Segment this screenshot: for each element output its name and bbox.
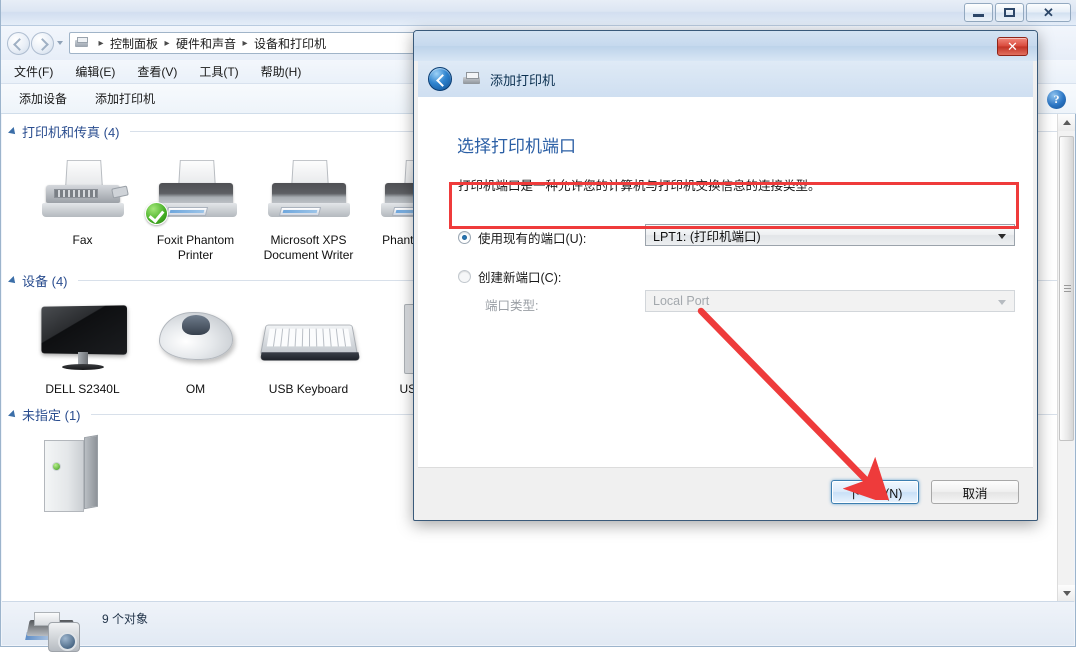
menu-view[interactable]: 查看(V) [128,60,186,83]
printer-icon [462,71,482,87]
radio-icon[interactable] [458,231,471,244]
forward-button[interactable] [31,32,54,55]
dialog-title: 添加打印机 [490,72,556,88]
breadcrumb-item-control-panel[interactable]: 控制面板 [108,35,160,52]
page-title: 选择打印机端口 [457,137,576,156]
printer-glyph [266,159,352,225]
group-title: 设备 (4) [22,274,68,289]
close-button[interactable]: ✕ [1026,3,1071,22]
maximize-button[interactable] [995,3,1024,22]
printer-icon [252,149,365,231]
back-arrow-icon[interactable] [428,67,452,91]
add-printer-button[interactable]: 添加打印机 [85,86,165,111]
device-item-om[interactable]: OM [139,292,252,397]
port-type-combobox[interactable]: Local Port [645,290,1015,312]
device-label: DELL S2340L [45,382,120,396]
device-label: Fax [72,233,93,247]
radio-label: 创建新端口(C): [478,271,562,285]
chevron-down-icon [998,234,1006,239]
scroll-down-button[interactable] [1058,585,1075,602]
existing-port-combobox[interactable]: LPT1: (打印机端口) [645,224,1015,246]
device-label: USB Keyboard [268,382,349,396]
help-icon: ? [1047,90,1066,109]
status-device-preview-icon [25,606,88,652]
radio-icon[interactable] [458,270,471,283]
keyboard-icon [252,298,365,380]
minimize-button[interactable] [964,3,993,22]
breadcrumb-separator: ▸ [164,37,170,49]
vertical-scrollbar[interactable] [1057,114,1075,602]
device-item-foxit-phantom-printer[interactable]: Foxit Phantom Printer [139,143,252,263]
scroll-up-button[interactable] [1058,114,1075,131]
keyboard-glyph [259,324,358,356]
device-item-unspecified[interactable] [26,426,139,516]
window-titlebar: ✕ [1,0,1076,26]
chevron-down-icon [998,300,1006,305]
device-item-fax[interactable]: Fax [26,143,139,263]
status-object-count: 9 个对象 [102,612,149,626]
maximize-icon [1004,8,1015,17]
breadcrumb-separator: ▸ [98,37,104,49]
page-description: 打印机端口是一种允许您的计算机与打印机交换信息的连接类型。 [458,179,821,193]
mouse-glyph [158,312,233,360]
dialog-footer: 下一步(N) 取消 [418,467,1033,514]
device-label: Foxit Phantom Printer [156,233,235,262]
cancel-button[interactable]: 取消 [931,480,1019,504]
breadcrumb-item-hardware-sound[interactable]: 硬件和声音 [174,35,238,52]
breadcrumb-separator: ▸ [242,37,248,49]
next-button[interactable]: 下一步(N) [831,480,919,504]
port-type-label: 端口类型: [485,299,539,313]
monitor-glyph [38,305,128,376]
close-icon: ✕ [1043,5,1054,20]
menu-help[interactable]: 帮助(H) [252,60,311,83]
monitor-icon [26,298,139,380]
scrollbar-thumb[interactable] [1059,136,1074,441]
menu-file[interactable]: 文件(F) [5,60,62,83]
close-icon: ✕ [1007,38,1018,54]
fax-icon [26,149,139,231]
collapse-triangle-icon[interactable] [8,409,18,420]
status-bar: 9 个对象 [2,601,1074,652]
dialog-close-button[interactable]: ✕ [997,37,1028,56]
fax-glyph [40,159,129,225]
mouse-icon [139,298,252,380]
device-label: OM [185,382,206,396]
device-label: Microsoft XPS Document Writer [263,233,354,262]
group-title: 打印机和传真 (4) [22,125,120,140]
device-item-usb-keyboard[interactable]: USB Keyboard [252,292,365,397]
default-printer-check-icon [145,202,168,225]
radio-use-existing-port[interactable]: 使用现有的端口(U): [458,228,586,247]
collapse-triangle-icon[interactable] [8,126,18,137]
pc-tower-icon [26,432,139,514]
port-type-value: Local Port [653,294,710,308]
help-button[interactable]: ? [1047,90,1069,112]
add-device-button[interactable]: 添加设备 [9,86,77,111]
window-controls: ✕ [964,3,1071,22]
pc-tower-glyph [44,434,100,514]
minimize-icon [973,14,984,17]
printer-icon [139,149,252,231]
menu-tools[interactable]: 工具(T) [190,60,247,83]
radio-label: 使用现有的端口(U): [478,232,587,246]
back-button[interactable] [7,32,30,55]
existing-port-value: LPT1: (打印机端口) [653,229,761,244]
dialog-titlebar: ✕ [414,31,1037,61]
device-item-microsoft-xps-document-writer[interactable]: Microsoft XPS Document Writer [252,143,365,263]
add-printer-dialog: ✕ 添加打印机 选择打印机端口 打印机端口是一种允许您的计算机与打印机交换信息的… [413,30,1038,521]
radio-create-new-port[interactable]: 创建新端口(C): [458,267,561,286]
dialog-body: 选择打印机端口 打印机端口是一种允许您的计算机与打印机交换信息的连接类型。 使用… [418,97,1033,467]
menu-edit[interactable]: 编辑(E) [66,60,124,83]
collapse-triangle-icon[interactable] [8,275,18,286]
dialog-header: 添加打印机 [418,61,1033,97]
device-item-dell-s2340l[interactable]: DELL S2340L [26,292,139,397]
group-title: 未指定 (1) [22,408,81,423]
control-panel-icon [74,36,90,50]
breadcrumb-item-devices-printers[interactable]: 设备和打印机 [252,35,328,52]
recent-locations-chevron-icon[interactable] [57,41,63,45]
